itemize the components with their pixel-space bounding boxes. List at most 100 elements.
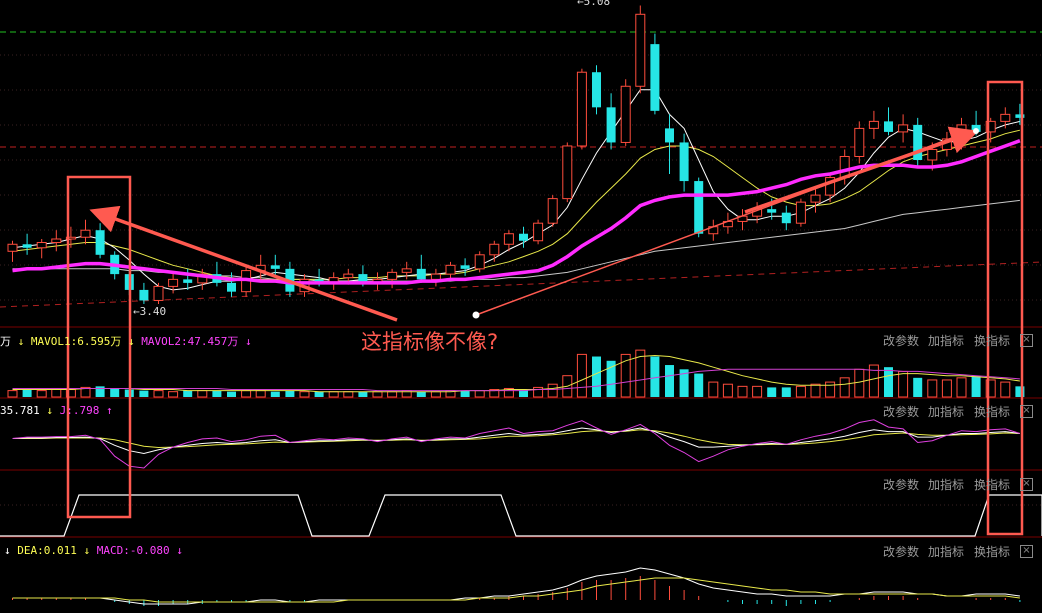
kdj-j-line bbox=[12, 419, 1021, 469]
volume-add-indicator-button[interactable]: 加指标 bbox=[928, 332, 964, 349]
j-label: J: bbox=[59, 404, 73, 417]
macd-value: -0.080 bbox=[129, 544, 170, 557]
kdj-close-icon[interactable]: × bbox=[1020, 405, 1033, 418]
volume-bar-up bbox=[474, 390, 485, 398]
volume-bar-down bbox=[650, 356, 660, 397]
volume-bar-up bbox=[941, 379, 952, 398]
candle-body-down bbox=[416, 268, 426, 280]
candle-body-down bbox=[270, 265, 280, 269]
candle-body-up bbox=[898, 124, 909, 133]
ma-short-line bbox=[12, 89, 1021, 291]
candle-body-down bbox=[884, 121, 893, 132]
candle-body-down bbox=[227, 282, 236, 292]
signal-params-button[interactable]: 改参数 bbox=[883, 476, 919, 493]
candle-body-up bbox=[635, 13, 646, 87]
volume-bar-up bbox=[825, 381, 836, 398]
volume-bar-up bbox=[255, 390, 266, 398]
volume-bar-up bbox=[810, 383, 821, 398]
macd-add-indicator-button[interactable]: 加指标 bbox=[928, 543, 964, 560]
annotation-question: 这指标像不像? bbox=[361, 330, 499, 354]
volume-close-icon[interactable]: × bbox=[1020, 334, 1033, 347]
dea-value: 0.011 bbox=[43, 544, 77, 557]
candle-body-up bbox=[547, 198, 558, 224]
candle-body-down bbox=[679, 142, 689, 182]
candle-body-down bbox=[665, 128, 674, 143]
candle-body-up bbox=[562, 145, 573, 200]
candle-body-down bbox=[95, 230, 105, 255]
volume-bar-down bbox=[270, 391, 280, 397]
volume-bar-down bbox=[314, 391, 324, 397]
macd-params-button[interactable]: 改参数 bbox=[883, 543, 919, 560]
signal-add-indicator-button[interactable]: 加指标 bbox=[928, 476, 964, 493]
macd-switch-indicator-button[interactable]: 换指标 bbox=[974, 543, 1010, 560]
volume-bar-up bbox=[241, 390, 252, 398]
volume-bar-up bbox=[854, 368, 865, 398]
volume-bar-down bbox=[913, 377, 923, 397]
candle-body-up bbox=[620, 85, 631, 143]
arrow-left-icon: ← bbox=[133, 305, 140, 318]
volume-bar-down bbox=[884, 367, 893, 397]
candle-body-up bbox=[474, 254, 485, 270]
annotation-arrow-left bbox=[89, 205, 398, 322]
volume-bar-up bbox=[343, 391, 354, 398]
volume-bar-down bbox=[95, 386, 105, 397]
volume-bar-down bbox=[358, 391, 368, 397]
candle-body-up bbox=[387, 271, 398, 280]
arrow-down-icon: ↓ bbox=[176, 544, 183, 557]
kdj-switch-indicator-button[interactable]: 换指标 bbox=[974, 403, 1010, 420]
signal-switch-indicator-button[interactable]: 换指标 bbox=[974, 476, 1010, 493]
signal-close-icon[interactable]: × bbox=[1020, 478, 1033, 491]
volume-bar-up bbox=[1000, 381, 1011, 398]
annotation-end-dot bbox=[973, 128, 979, 134]
volume-bar-down bbox=[460, 390, 470, 397]
macd-panel-header: ↓ DEA:0.011 ↓ MACD:-0.080 ↓ bbox=[4, 544, 183, 557]
candle-body-down bbox=[650, 44, 660, 111]
volume-bar-up bbox=[576, 353, 587, 398]
volume-panel-header: 万 ↓ MAVOL1:6.595万 ↓ MAVOL2:47.457万 ↓ bbox=[0, 333, 252, 349]
volume-bar-up bbox=[752, 385, 763, 398]
volume-bar-down bbox=[971, 375, 981, 397]
candle-body-up bbox=[343, 273, 354, 279]
kdj-params-button[interactable]: 改参数 bbox=[883, 403, 919, 420]
mavol1-label: MAVOL1: bbox=[30, 335, 78, 348]
volume-switch-indicator-button[interactable]: 换指标 bbox=[974, 332, 1010, 349]
mavol2-label: MAVOL2: bbox=[141, 335, 188, 348]
volume-bar-up bbox=[387, 391, 398, 398]
candle-body-up bbox=[533, 222, 544, 242]
candle-body-up bbox=[854, 127, 865, 157]
candle-body-up bbox=[7, 243, 18, 252]
mavol1-value: 6.595万 bbox=[77, 335, 122, 348]
macd-dea-line bbox=[12, 577, 1020, 603]
candle-body-up bbox=[401, 268, 412, 273]
candle-body-down bbox=[183, 279, 193, 283]
volume-bar-up bbox=[430, 391, 441, 398]
j-value: .798 bbox=[72, 404, 100, 417]
kdj-k-line bbox=[12, 427, 1020, 455]
macd-label: MACD: bbox=[96, 544, 130, 557]
volume-bar-up bbox=[372, 391, 383, 398]
candle-body-down bbox=[694, 181, 704, 234]
volume-params-button[interactable]: 改参数 bbox=[883, 332, 919, 349]
volume-bar-up bbox=[839, 377, 850, 398]
low-price-label: ←3.40 bbox=[133, 305, 167, 318]
candle-body-down bbox=[767, 209, 777, 213]
kdj-add-indicator-button[interactable]: 加指标 bbox=[928, 403, 964, 420]
mavol2-value: 47.457万 bbox=[187, 335, 239, 348]
volume-bar-down bbox=[285, 390, 295, 397]
candle-body-up bbox=[80, 229, 91, 238]
candle-body-down bbox=[606, 107, 616, 143]
candle-body-up bbox=[576, 71, 587, 147]
candle-body-down bbox=[592, 72, 601, 108]
volume-bar-up bbox=[737, 385, 748, 398]
macd-close-icon[interactable]: × bbox=[1020, 545, 1033, 558]
volume-bar-up bbox=[197, 390, 208, 398]
volume-bar-down bbox=[212, 390, 222, 397]
arrow-down-icon: ↓ bbox=[83, 544, 91, 557]
volume-bar-up bbox=[7, 390, 18, 398]
volume-bar-down bbox=[22, 389, 32, 397]
candle-body-up bbox=[51, 238, 62, 244]
arrow-left-icon: ← bbox=[577, 0, 584, 8]
volume-bar-down bbox=[183, 390, 193, 397]
signal-line bbox=[0, 494, 1042, 537]
candle-body-up bbox=[1000, 113, 1011, 122]
